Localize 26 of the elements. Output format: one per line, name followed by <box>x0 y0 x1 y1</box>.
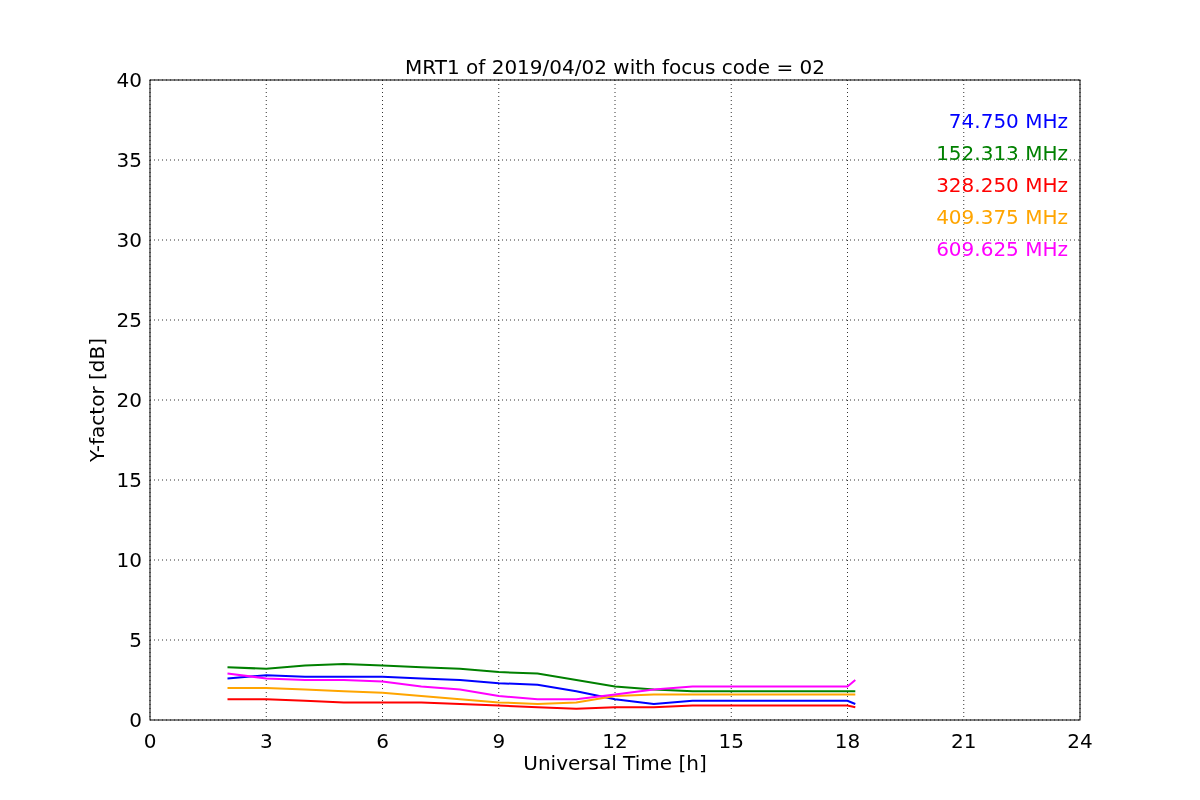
y-tick-label: 35 <box>116 148 142 172</box>
x-tick-label: 24 <box>1067 729 1093 753</box>
chart-title: MRT1 of 2019/04/02 with focus code = 02 <box>405 55 825 79</box>
legend-label: 409.375 MHz <box>936 205 1068 229</box>
y-tick-label: 0 <box>129 708 142 732</box>
legend-label: 609.625 MHz <box>936 237 1068 261</box>
x-tick-label: 21 <box>951 729 977 753</box>
y-tick-label: 40 <box>116 68 142 92</box>
x-tick-label: 12 <box>602 729 628 753</box>
x-tick-label: 6 <box>376 729 389 753</box>
legend-label: 74.750 MHz <box>948 109 1068 133</box>
y-axis-label: Y-factor [dB] <box>85 338 109 462</box>
y-tick-label: 25 <box>116 308 142 332</box>
x-tick-label: 15 <box>718 729 744 753</box>
y-tick-label: 5 <box>129 628 142 652</box>
legend-label: 152.313 MHz <box>936 141 1068 165</box>
x-axis-label: Universal Time [h] <box>523 751 707 775</box>
x-tick-label: 0 <box>143 729 157 753</box>
x-tick-label: 9 <box>492 729 506 753</box>
y-tick-label: 15 <box>116 468 142 492</box>
legend-label: 328.250 MHz <box>936 173 1068 197</box>
y-tick-label: 30 <box>116 228 142 252</box>
y-tick-label: 20 <box>116 388 142 412</box>
x-tick-label: 18 <box>834 729 861 753</box>
x-tick-label: 3 <box>259 729 273 753</box>
y-tick-label: 10 <box>116 548 142 572</box>
